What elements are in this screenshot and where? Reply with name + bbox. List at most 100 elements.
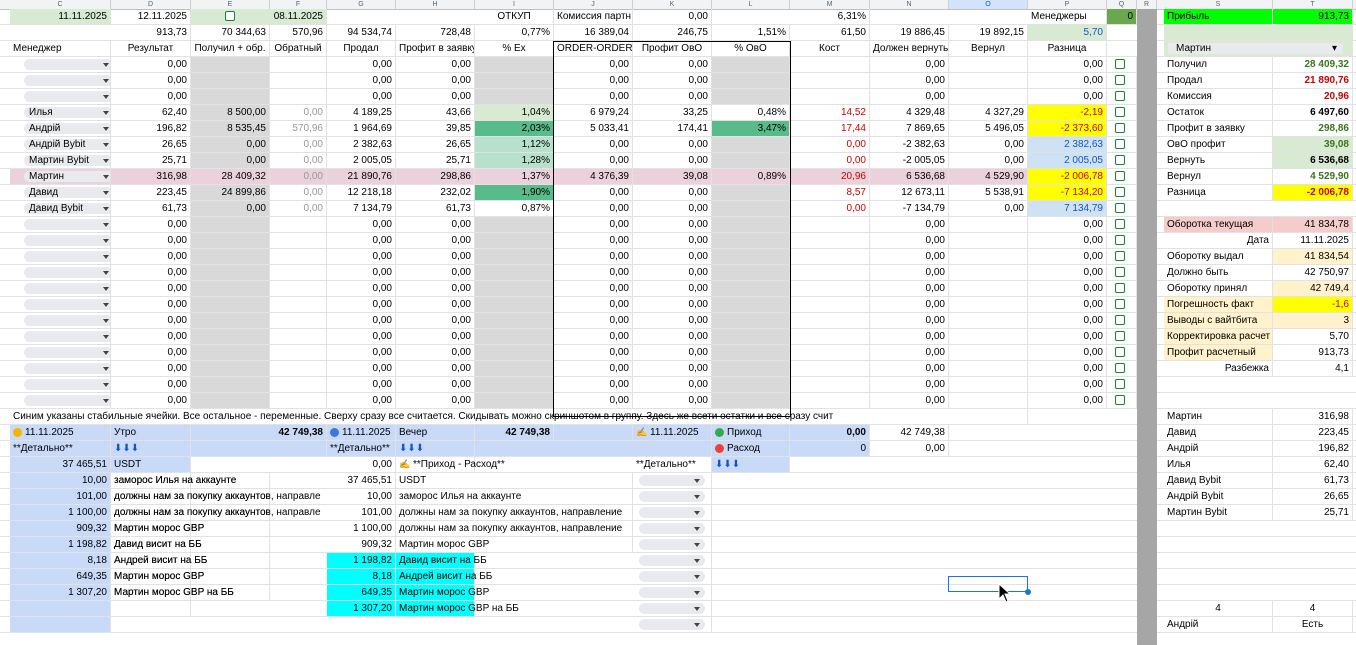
checkbox-cell[interactable] bbox=[1107, 153, 1137, 168]
received-cell[interactable] bbox=[191, 377, 270, 392]
manager-name-cell[interactable]: Давид bbox=[10, 185, 111, 200]
received-cell[interactable] bbox=[191, 329, 270, 344]
manager-name-cell[interactable] bbox=[10, 361, 111, 376]
checkbox[interactable] bbox=[1115, 203, 1125, 213]
column-header-h[interactable]: H bbox=[396, 0, 475, 9]
column-header-g[interactable]: G bbox=[327, 0, 396, 9]
turnover-value[interactable]: 41 834,54 bbox=[1273, 249, 1353, 264]
checkbox-cell[interactable] bbox=[1107, 169, 1137, 184]
manager-dropdown[interactable]: Мартин bbox=[24, 171, 110, 182]
income-dropdown[interactable] bbox=[639, 603, 705, 614]
manager-dropdown[interactable] bbox=[24, 299, 110, 310]
received-cell[interactable]: 0,00 bbox=[191, 153, 270, 168]
checkbox[interactable] bbox=[1115, 139, 1125, 149]
manager-name-cell[interactable] bbox=[10, 89, 111, 104]
checkbox-cell[interactable] bbox=[1107, 217, 1137, 232]
turnover-value[interactable]: -1,6 bbox=[1273, 297, 1353, 312]
received-cell[interactable] bbox=[191, 313, 270, 328]
manager-name-cell[interactable] bbox=[10, 297, 111, 312]
checkbox[interactable] bbox=[1115, 251, 1125, 261]
column-header-i[interactable]: I bbox=[475, 0, 554, 9]
manager-name-cell[interactable] bbox=[10, 281, 111, 296]
manager-name-cell[interactable] bbox=[10, 393, 111, 408]
manager-dropdown[interactable]: Давид bbox=[24, 187, 110, 198]
income-dropdown[interactable] bbox=[639, 587, 705, 598]
checkbox-cell[interactable] bbox=[1107, 393, 1137, 408]
checkbox[interactable] bbox=[1115, 187, 1125, 197]
checkbox-cell[interactable] bbox=[1107, 73, 1137, 88]
checkbox-cell[interactable] bbox=[1107, 249, 1137, 264]
turnover-value[interactable]: 3 bbox=[1273, 313, 1353, 328]
column-header-p[interactable]: P bbox=[1028, 0, 1107, 9]
commission-value[interactable]: 0,00 bbox=[633, 9, 712, 24]
received-cell[interactable]: 0,00 bbox=[191, 137, 270, 152]
column-header-o[interactable]: O bbox=[949, 0, 1028, 9]
manager-dropdown[interactable] bbox=[24, 267, 110, 278]
column-header-k[interactable]: K bbox=[633, 0, 712, 9]
checkbox-cell[interactable] bbox=[1107, 121, 1137, 136]
column-header-t[interactable]: T bbox=[1273, 0, 1353, 9]
income-dropdown-cell[interactable] bbox=[633, 521, 712, 536]
manager-name-cell[interactable] bbox=[10, 265, 111, 280]
checkbox[interactable] bbox=[1115, 267, 1125, 277]
income-dropdown[interactable] bbox=[639, 523, 705, 534]
checkbox[interactable] bbox=[1115, 347, 1125, 357]
received-cell[interactable]: 24 899,86 bbox=[191, 185, 270, 200]
date-cell[interactable]: 12.11.2025 bbox=[111, 9, 191, 24]
checkbox-cell[interactable] bbox=[1107, 185, 1137, 200]
date-cell[interactable]: 11.11.2025 bbox=[10, 9, 111, 24]
column-header-f[interactable]: F bbox=[270, 0, 327, 9]
checkbox-cell[interactable] bbox=[1107, 265, 1137, 280]
received-cell[interactable]: 0,00 bbox=[191, 201, 270, 216]
checkbox-cell[interactable] bbox=[1107, 313, 1137, 328]
received-cell[interactable] bbox=[191, 345, 270, 360]
manager-name-cell[interactable] bbox=[10, 329, 111, 344]
income-dropdown[interactable] bbox=[639, 475, 705, 486]
income-dropdown[interactable] bbox=[639, 571, 705, 582]
column-header-q[interactable]: Q bbox=[1107, 0, 1137, 9]
column-header-n[interactable]: N bbox=[870, 0, 949, 9]
column-header-l[interactable]: L bbox=[712, 0, 790, 9]
manager-dropdown[interactable] bbox=[24, 395, 110, 406]
manager-dropdown[interactable] bbox=[24, 347, 110, 358]
checkbox[interactable] bbox=[1115, 171, 1125, 181]
manager-name-cell[interactable] bbox=[10, 377, 111, 392]
checkbox-cell[interactable] bbox=[191, 9, 270, 24]
turnover-value[interactable]: 41 834,78 bbox=[1273, 217, 1353, 232]
manager-selector-cell[interactable]: Мартин ▾ bbox=[1164, 41, 1353, 56]
manager-dropdown[interactable]: Давид Bybit bbox=[24, 203, 110, 214]
income-dropdown-cell[interactable] bbox=[633, 537, 712, 552]
received-cell[interactable] bbox=[191, 57, 270, 72]
selected-cell[interactable] bbox=[948, 576, 1031, 595]
checkbox[interactable] bbox=[225, 11, 235, 21]
checkbox[interactable] bbox=[1115, 379, 1125, 389]
received-cell[interactable] bbox=[191, 73, 270, 88]
manager-dropdown[interactable]: Мартин Bybit bbox=[24, 155, 110, 166]
income-dropdown-cell[interactable] bbox=[633, 489, 712, 504]
manager-name-cell[interactable]: Мартин bbox=[10, 169, 111, 184]
checkbox-cell[interactable] bbox=[1107, 361, 1137, 376]
column-header-j[interactable]: J bbox=[554, 0, 633, 9]
checkbox-cell[interactable] bbox=[1107, 89, 1137, 104]
checkbox-cell[interactable] bbox=[1107, 233, 1137, 248]
manager-dropdown[interactable] bbox=[24, 315, 110, 326]
received-cell[interactable] bbox=[191, 281, 270, 296]
received-cell[interactable]: 8 500,00 bbox=[191, 105, 270, 120]
received-cell[interactable] bbox=[191, 217, 270, 232]
column-header-m[interactable]: M bbox=[790, 0, 870, 9]
manager-dropdown[interactable] bbox=[24, 363, 110, 374]
received-cell[interactable]: 28 409,32 bbox=[191, 169, 270, 184]
manager-name-cell[interactable]: Давид Bybit bbox=[10, 201, 111, 216]
column-header-s[interactable]: S bbox=[1164, 0, 1273, 9]
column-header-c[interactable]: C bbox=[10, 0, 111, 9]
manager-name-cell[interactable] bbox=[10, 57, 111, 72]
manager-dropdown[interactable] bbox=[24, 75, 110, 86]
received-cell[interactable] bbox=[191, 233, 270, 248]
manager-name-cell[interactable]: Мартин Bybit bbox=[10, 153, 111, 168]
manager-name-cell[interactable] bbox=[10, 217, 111, 232]
manager-dropdown[interactable] bbox=[24, 251, 110, 262]
income-dropdown-cell[interactable] bbox=[633, 601, 712, 616]
checkbox[interactable] bbox=[1115, 363, 1125, 373]
income-dropdown[interactable] bbox=[639, 507, 705, 518]
checkbox[interactable] bbox=[1115, 219, 1125, 229]
